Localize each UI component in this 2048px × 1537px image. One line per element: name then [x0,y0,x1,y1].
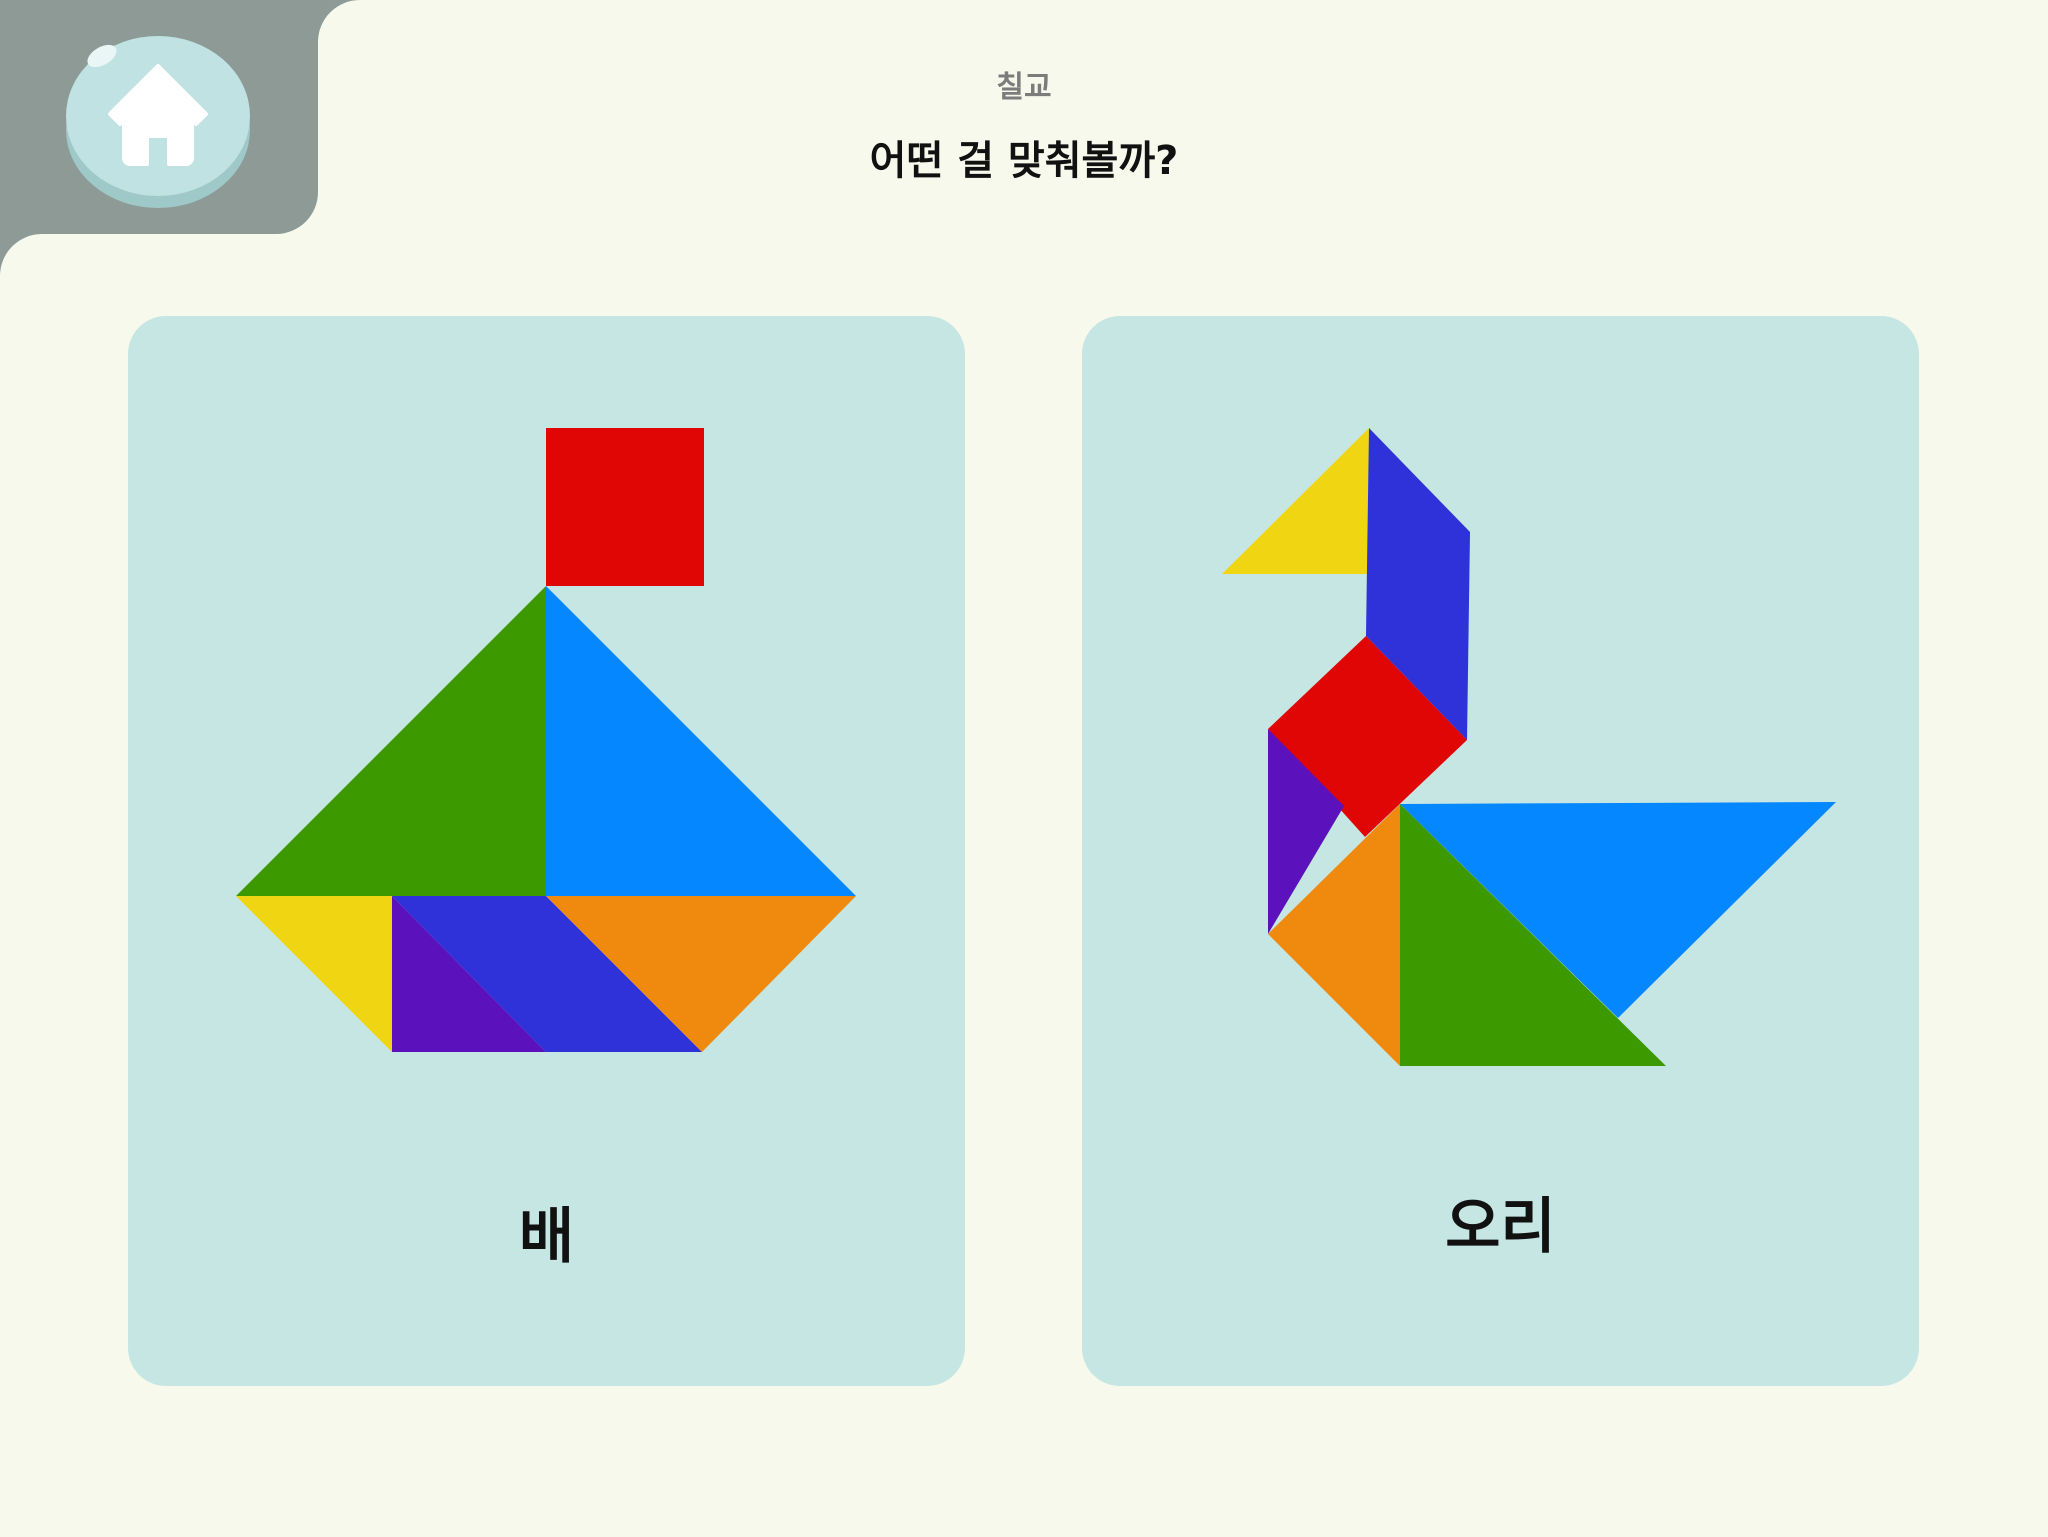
tangram-piece-small-triangle-yellow [236,896,392,1052]
tangram-piece-square [546,428,704,586]
puzzle-card-duck[interactable]: 오리 [1082,316,1919,1386]
page-subtitle: 칠교 [996,70,1052,105]
card-label-duck: 오리 [1445,1192,1556,1262]
tangram-piece-large-triangle-blue [546,586,856,896]
tangram-piece-large-triangle-green [236,586,546,896]
card-label-boat: 배 [518,1202,575,1272]
page-title: 어떤 걸 맞춰볼까? [869,138,1179,184]
tangram-piece-small-triangle-yellow [1222,428,1369,574]
puzzle-card-boat[interactable]: 배 [128,316,965,1386]
